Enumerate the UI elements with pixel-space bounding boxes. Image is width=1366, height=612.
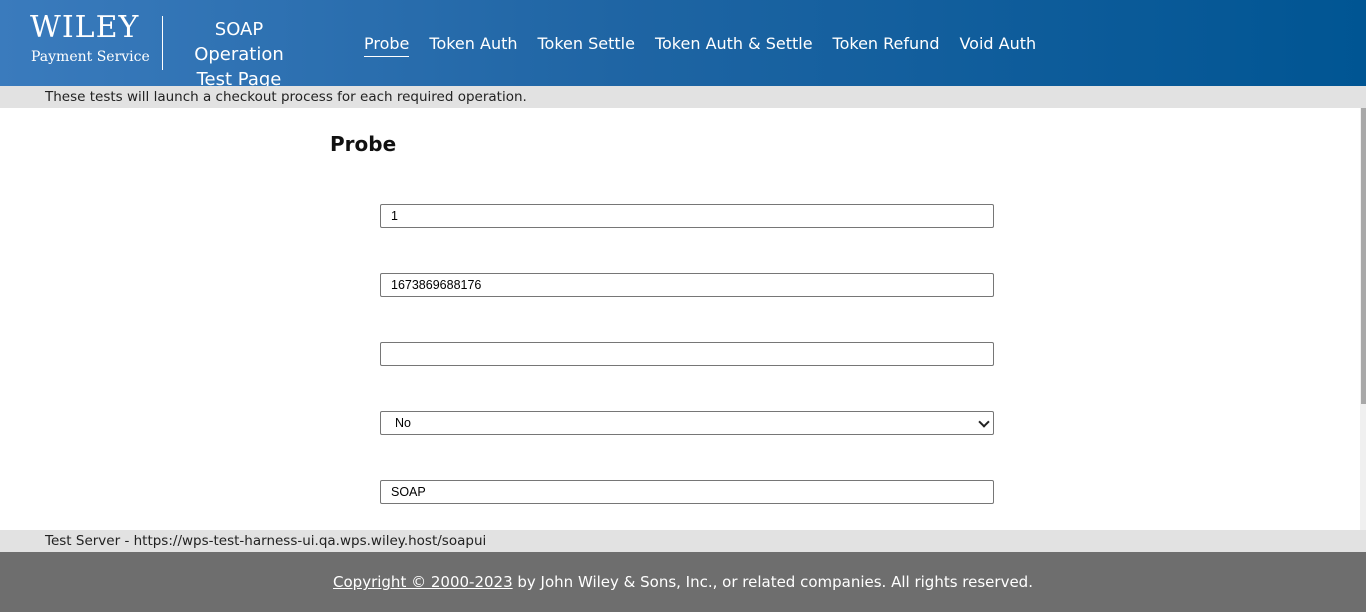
page-title: Probe <box>330 132 397 156</box>
logo-brand: WILEY <box>30 10 140 45</box>
option-select-value: No <box>395 416 411 430</box>
logo-divider <box>162 16 163 70</box>
copyright-link[interactable]: Copyright © 2000-2023 <box>333 573 513 591</box>
nav-void-auth[interactable]: Void Auth <box>959 33 1036 57</box>
main-nav: Probe Token Auth Token Settle Token Auth… <box>364 33 1036 57</box>
copyright-text: by John Wiley & Sons, Inc., or related c… <box>512 573 1033 591</box>
nav-probe[interactable]: Probe <box>364 33 410 57</box>
wiley-logo[interactable]: WILEY Payment Service <box>30 12 152 68</box>
field-3-input[interactable] <box>380 342 994 366</box>
logo-subtitle: Payment Service <box>31 49 150 65</box>
app-title: SOAP Operation Test Page <box>168 17 310 92</box>
footer: Copyright © 2000-2023 by John Wiley & So… <box>0 552 1366 612</box>
nav-token-refund[interactable]: Token Refund <box>833 33 940 57</box>
option-select[interactable]: No <box>380 411 994 435</box>
nav-token-settle[interactable]: Token Settle <box>538 33 635 57</box>
header: WILEY Payment Service SOAP Operation Tes… <box>0 0 1366 90</box>
field-1-input[interactable]: 1 <box>380 204 994 228</box>
scrollbar-thumb[interactable] <box>1361 108 1366 404</box>
field-5-input[interactable]: SOAP <box>380 480 994 504</box>
nav-token-auth[interactable]: Token Auth <box>429 33 517 57</box>
main-content: Probe 1 1673869688176 No SOAP <box>0 108 1360 530</box>
chevron-down-icon <box>978 416 990 428</box>
app-title-line1: SOAP Operation <box>194 19 284 65</box>
info-bar: These tests will launch a checkout proce… <box>0 86 1366 108</box>
server-bar: Test Server - https://wps-test-harness-u… <box>0 530 1366 552</box>
vertical-scrollbar[interactable] <box>1360 108 1366 530</box>
field-2-input[interactable]: 1673869688176 <box>380 273 994 297</box>
nav-token-auth-settle[interactable]: Token Auth & Settle <box>655 33 813 57</box>
